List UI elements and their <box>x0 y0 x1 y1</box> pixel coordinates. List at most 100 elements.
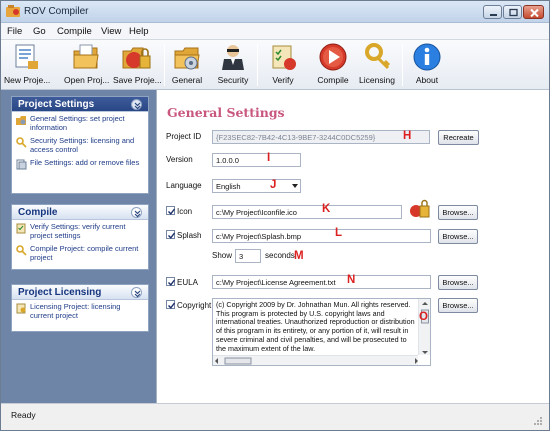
toolbar-separator <box>164 44 165 86</box>
sidebar: Project Settings General Settings: set p… <box>1 90 156 403</box>
eula-path-field[interactable]: c:\My Project\License Agreement.txt <box>212 275 431 289</box>
collapse-chevron-icon[interactable] <box>131 207 142 218</box>
open-project-label: Open Proj... <box>64 75 110 85</box>
language-label: Language <box>166 181 202 190</box>
verify-icon <box>16 223 26 234</box>
hscroll-arrows-icon <box>215 357 418 365</box>
sidebar-item-compile-project[interactable]: Compile Project: compile current project <box>12 242 148 264</box>
sidebar-item-security-settings[interactable]: Security Settings: licensing and access … <box>12 134 148 156</box>
copyright-text: (c) Copyright 2009 by Dr. Johnathan Mun.… <box>216 300 415 353</box>
eula-checkbox[interactable]: EULA <box>166 277 198 287</box>
menu-view[interactable]: View <box>101 26 121 37</box>
splash-label: Splash <box>177 231 202 240</box>
security-button[interactable]: Security <box>213 42 253 88</box>
checkmark-icon <box>166 300 176 309</box>
marker-j: J <box>270 179 277 191</box>
menu-compile[interactable]: Compile <box>57 26 92 37</box>
toolbar-separator <box>257 44 258 86</box>
splash-browse-button[interactable]: Browse... <box>438 229 478 244</box>
menu-help[interactable]: Help <box>129 26 149 37</box>
new-project-button[interactable]: New Proje... <box>4 42 51 88</box>
about-label: About <box>415 75 439 85</box>
resize-grip-icon[interactable] <box>533 416 543 426</box>
open-folder-icon <box>73 44 99 69</box>
verify-button[interactable]: Verify <box>263 42 303 88</box>
window-title: ROV Compiler <box>24 6 89 17</box>
collapse-chevron-icon[interactable] <box>131 99 142 110</box>
horizontal-scrollbar[interactable] <box>213 355 418 365</box>
compile-label: Compile <box>317 75 349 85</box>
compile-header[interactable]: Compile <box>12 205 148 220</box>
minimize-icon <box>490 14 497 16</box>
general-folder-icon <box>174 47 200 70</box>
checkmark-icon <box>166 277 176 286</box>
licensing-button[interactable]: Licensing <box>357 42 397 88</box>
copyright-browse-button[interactable]: Browse... <box>438 298 478 313</box>
close-button[interactable] <box>523 5 544 19</box>
licensing-header[interactable]: Project Licensing <box>12 285 148 300</box>
sidebar-item-licensing-project[interactable]: Licensing Project: licensing current pro… <box>12 300 148 322</box>
security-key-icon <box>16 137 27 148</box>
project-settings-panel: Project Settings General Settings: set p… <box>11 96 149 194</box>
about-button[interactable]: About <box>408 42 446 88</box>
sidebar-item-label: File Settings: add or remove files <box>30 158 140 167</box>
page-title: General Settings <box>167 105 285 120</box>
project-settings-title: Project Settings <box>18 99 95 110</box>
sidebar-item-file-settings[interactable]: File Settings: add or remove files <box>12 156 148 170</box>
file-settings-icon <box>16 159 27 170</box>
chevron-down-icon <box>292 184 298 188</box>
icon-checkbox[interactable]: Icon <box>166 206 192 216</box>
seconds-label: seconds <box>265 251 295 260</box>
save-project-button[interactable]: Save Proje... <box>113 42 162 88</box>
compile-title: Compile <box>18 207 58 218</box>
menu-go[interactable]: Go <box>33 26 46 37</box>
show-seconds-field[interactable]: 3 <box>235 249 261 263</box>
status-bar: Ready <box>1 403 549 430</box>
open-project-button[interactable]: Open Proj... <box>64 42 110 88</box>
marker-k: K <box>322 203 331 215</box>
recreate-button[interactable]: Recreate <box>438 130 479 145</box>
marker-m: M <box>294 250 304 262</box>
maximize-button[interactable] <box>503 5 522 19</box>
compile-play-icon <box>319 43 347 71</box>
new-project-label: New Proje... <box>4 75 51 85</box>
marker-i: I <box>267 152 271 164</box>
icon-label: Icon <box>177 207 193 216</box>
splash-checkbox[interactable]: Splash <box>166 230 201 240</box>
general-label: General <box>171 75 203 85</box>
icon-browse-button[interactable]: Browse... <box>438 205 478 220</box>
copyright-textarea[interactable]: (c) Copyright 2009 by Dr. Johnathan Mun.… <box>212 298 431 366</box>
vertical-scrollbar[interactable] <box>418 299 430 355</box>
project-id-field[interactable]: {F23SEC82-7B42-4C13-9BE7-3244C0DC5259} <box>212 130 430 144</box>
marker-h: H <box>403 130 412 142</box>
toolbar-separator <box>402 44 403 86</box>
copyright-label: Copyright <box>177 301 212 310</box>
eula-browse-button[interactable]: Browse... <box>438 275 478 290</box>
splash-path-field[interactable]: c:\My Project\Splash.bmp <box>212 229 431 243</box>
copyright-checkbox[interactable]: Copyright <box>166 300 211 310</box>
language-select[interactable]: English <box>212 179 301 193</box>
version-field[interactable]: 1.0.0.0 <box>212 153 301 167</box>
eula-label: EULA <box>177 278 198 287</box>
icon-path-field[interactable]: c:\My Project\Iconfile.ico <box>212 205 402 219</box>
licensing-icon <box>16 303 26 314</box>
checkmark-icon <box>166 230 176 239</box>
menu-file[interactable]: File <box>7 26 22 37</box>
verify-label: Verify <box>272 75 294 85</box>
project-id-label: Project ID <box>166 132 202 141</box>
project-settings-header[interactable]: Project Settings <box>12 97 148 112</box>
compile-button[interactable]: Compile <box>311 42 355 88</box>
sidebar-item-general-settings[interactable]: General Settings: set project informatio… <box>12 112 148 134</box>
close-icon <box>530 8 539 18</box>
marker-n: N <box>347 274 356 286</box>
app-window: ROV Compiler File Go Compile View Help N… <box>0 0 550 431</box>
version-label: Version <box>166 155 193 164</box>
sidebar-item-label: Licensing Project: licensing current pro… <box>30 302 121 320</box>
general-button[interactable]: General <box>167 42 207 88</box>
collapse-chevron-icon[interactable] <box>131 287 142 298</box>
minimize-button[interactable] <box>483 5 502 19</box>
menu-bar: File Go Compile View Help <box>1 23 549 40</box>
sidebar-item-verify-settings[interactable]: Verify Settings: verify current project … <box>12 220 148 242</box>
licensing-title: Project Licensing <box>18 287 102 298</box>
marker-l: L <box>335 227 343 239</box>
